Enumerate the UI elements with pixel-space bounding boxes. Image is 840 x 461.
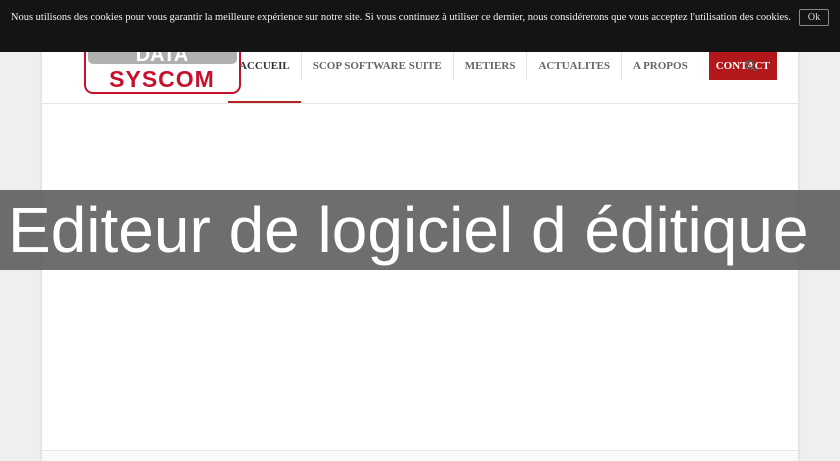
nav-item-accueil[interactable]: ACCUEIL — [228, 52, 301, 103]
nav-item-a-propos[interactable]: A PROPOS — [621, 52, 699, 80]
search-icon[interactable] — [744, 59, 758, 73]
nav-item-metiers[interactable]: METIERS — [452, 52, 527, 80]
logo-bottom-text: SYSCOM — [109, 66, 215, 92]
title-overlay-band: Editeur de logiciel d éditique — [0, 190, 840, 270]
overlay-title: Editeur de logiciel d éditique — [8, 194, 809, 266]
nav-item-scop-software-suite[interactable]: SCOP SOFTWARE SUITE — [300, 52, 453, 80]
nav-item-contact[interactable]: CONTACT — [708, 52, 777, 80]
cookie-banner-text: Nous utilisons des cookies pour vous gar… — [10, 12, 791, 23]
main-nav: ACCUEIL SCOP SOFTWARE SUITE METIERS ACTU… — [228, 52, 777, 103]
cookie-banner: Nous utilisons des cookies pour vous gar… — [0, 0, 840, 52]
nav-item-actualites[interactable]: ACTUALITES — [526, 52, 621, 80]
cookie-ok-button[interactable]: Ok — [798, 9, 830, 27]
content-bottom-edge — [42, 450, 798, 461]
